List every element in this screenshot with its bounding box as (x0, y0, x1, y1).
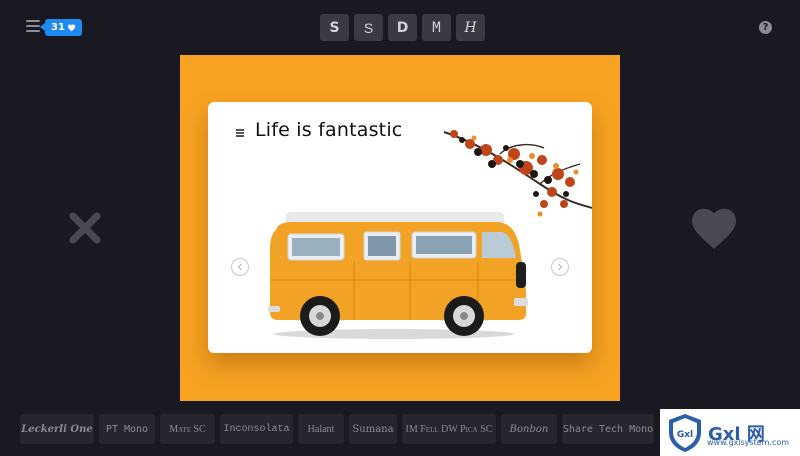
shield-logo-icon: Gxl (669, 413, 701, 452)
font-style-switcher: S S D M H (320, 14, 485, 41)
font-chip-sumana[interactable]: Sumana (349, 414, 397, 444)
menu-icon[interactable] (26, 20, 40, 34)
close-x-icon[interactable] (68, 211, 102, 245)
font-chip-pt-mono[interactable]: PT Mono (99, 414, 155, 444)
quote-card: Life is fantastic (208, 102, 592, 353)
font-chip-im-fell-dw-pica-sc[interactable]: IM Fell DW Pica SC (402, 414, 496, 444)
font-option-4[interactable]: M (422, 14, 451, 41)
chevron-left-icon (237, 263, 242, 271)
font-chip-mate-sc[interactable]: Mate SC (160, 414, 215, 444)
font-option-1[interactable]: S (320, 14, 349, 41)
font-option-2[interactable]: S (354, 14, 383, 41)
likes-count: 31 (51, 22, 65, 33)
help-icon[interactable]: ? (759, 21, 772, 34)
font-chip-leckerli-one[interactable]: Leckerli One (20, 414, 94, 444)
font-chip-halant[interactable]: Halant (298, 414, 344, 444)
prev-arrow[interactable] (231, 258, 249, 276)
big-heart-icon[interactable] (690, 206, 738, 250)
van-image (268, 212, 528, 339)
watermark: Gxl Gxl 网 www.gxlsystem.com (660, 409, 800, 456)
watermark-badge-text: Gxl (677, 430, 693, 440)
card-menu-icon[interactable] (236, 129, 244, 138)
heart-icon (67, 23, 76, 32)
preview-stage: Life is fantastic (180, 55, 620, 401)
watermark-url: www.gxlsystem.com (707, 438, 790, 447)
flower-branch-image (443, 130, 592, 217)
font-chip-bonbon[interactable]: Bonbon (501, 414, 557, 444)
font-option-5[interactable]: H (456, 14, 485, 41)
next-arrow[interactable] (551, 258, 569, 276)
likes-badge[interactable]: 31 (40, 19, 82, 36)
font-list: Leckerli One PT Mono Mate SC Inconsolata… (20, 414, 654, 444)
font-chip-share-tech-mono[interactable]: Share Tech Mono (562, 414, 654, 444)
font-option-3[interactable]: D (388, 14, 417, 41)
chevron-right-icon (558, 263, 563, 271)
card-title: Life is fantastic (255, 119, 403, 141)
font-chip-inconsolata[interactable]: Inconsolata (220, 414, 293, 444)
